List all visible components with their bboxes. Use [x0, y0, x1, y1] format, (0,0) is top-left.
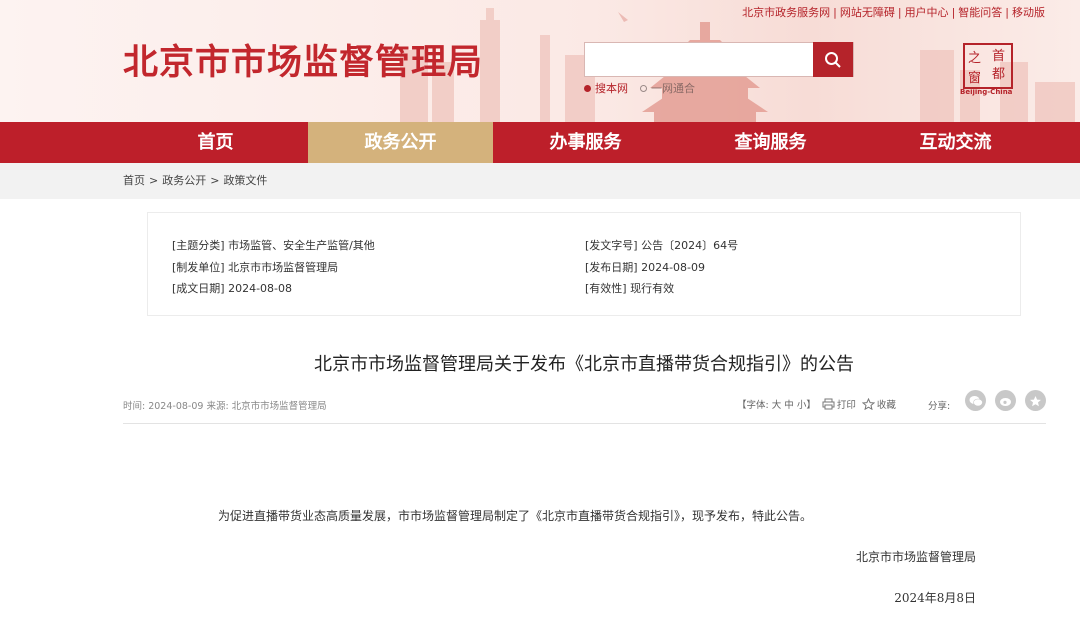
radio-on-icon	[584, 84, 591, 92]
print-button[interactable]: 打印	[822, 397, 856, 411]
scope-one-network[interactable]: 一网通合	[640, 80, 695, 96]
search-button[interactable]	[813, 42, 853, 77]
content-divider	[123, 423, 1046, 424]
font-size-control: 【字体: 大 中 小】	[737, 400, 816, 411]
link-mobile[interactable]: 移动版	[1012, 6, 1045, 19]
share-label: 分享:	[928, 401, 951, 412]
meta-validity: [有效性] 现行有效	[585, 282, 675, 295]
breadcrumb-policy-docs[interactable]: 政策文件	[223, 174, 267, 187]
meta-date-written: [成文日期] 2024-08-08	[172, 282, 293, 295]
article-info-row: 时间: 2024-08-09 来源: 北京市市场监督管理局 【字体: 大 中 小…	[123, 390, 1046, 416]
scope-this-site[interactable]: 搜本网	[584, 80, 628, 96]
share-weibo-button[interactable]	[995, 390, 1016, 411]
breadcrumb-gov-affairs[interactable]: 政务公开	[162, 174, 206, 187]
nav-home[interactable]: 首页	[123, 122, 308, 163]
search-box	[584, 42, 854, 77]
main-nav: 首页 政务公开 办事服务 查询服务 互动交流	[0, 122, 1080, 163]
article-tools: 【字体: 大 中 小】 打印 收藏	[737, 397, 896, 411]
star-icon	[1030, 395, 1041, 406]
font-large[interactable]: 大	[772, 400, 782, 411]
radio-off-icon	[640, 84, 647, 92]
article-title: 北京市市场监督管理局关于发布《北京市直播带货合规指引》的公告	[314, 354, 854, 375]
nav-interaction[interactable]: 互动交流	[863, 122, 1048, 163]
link-smart-qa[interactable]: 智能问答	[958, 6, 1002, 19]
meta-topic: [主题分类] 市场监管、安全生产监管/其他	[172, 239, 375, 252]
meta-doc-number: [发文字号] 公告〔2024〕64号	[585, 239, 739, 252]
site-header: 北京市市场监督管理局 北京市政务服务网 | 网站无障碍 | 用户中心 | 智能问答 | 移动版 …	[0, 0, 1080, 122]
svg-text:首: 首	[992, 49, 1005, 64]
article-body: 为促进直播带货业态高质量发展，市市场监督管理局制定了《北京市直播带货合规指引》，…	[218, 509, 813, 523]
meta-issuer: [制发单位] 北京市市场监督管理局	[172, 261, 339, 274]
link-gov-service[interactable]: 北京市政务服务网	[742, 6, 830, 19]
share-wechat-button[interactable]	[965, 390, 986, 411]
weibo-icon	[999, 397, 1011, 406]
nav-services[interactable]: 办事服务	[493, 122, 678, 163]
printer-icon	[822, 398, 835, 410]
article-signature: 北京市市场监督管理局	[855, 550, 976, 564]
meta-publish-date: [发布日期] 2024-08-09	[585, 261, 706, 274]
search-input[interactable]	[585, 43, 815, 76]
top-links: 北京市政务服务网 | 网站无障碍 | 用户中心 | 智能问答 | 移动版	[742, 6, 1045, 19]
search-icon	[825, 51, 841, 68]
nav-query[interactable]: 查询服务	[678, 122, 863, 163]
breadcrumb: 首页 > 政务公开 > 政策文件	[0, 163, 1080, 199]
logo-caption: Beijing-China	[960, 88, 1013, 96]
svg-text:窗: 窗	[968, 70, 981, 86]
link-accessibility[interactable]: 网站无障碍	[840, 6, 895, 19]
font-medium[interactable]: 中	[784, 400, 794, 411]
wechat-icon	[969, 395, 983, 406]
share-favorite-button[interactable]	[1025, 390, 1046, 411]
article-sign-date: 2024年8月8日	[894, 591, 976, 605]
nav-government-affairs[interactable]: 政务公开	[308, 122, 493, 163]
svg-text:之: 之	[968, 51, 981, 66]
favorite-button[interactable]: 收藏	[861, 397, 896, 411]
search-scope: 搜本网 一网通合	[584, 80, 695, 96]
font-small[interactable]: 小	[797, 400, 807, 411]
capital-window-logo[interactable]: 首 都 之 窗	[962, 42, 1014, 94]
breadcrumb-home[interactable]: 首页	[123, 174, 145, 187]
link-user-center[interactable]: 用户中心	[905, 6, 949, 19]
star-outline-icon	[861, 398, 875, 410]
svg-text:都: 都	[992, 67, 1005, 82]
site-title: 北京市市场监督管理局	[123, 43, 484, 83]
document-meta: [主题分类] 市场监管、安全生产监管/其他 [制发单位] 北京市市场监督管理局 …	[147, 212, 1021, 316]
article-info: 时间: 2024-08-09 来源: 北京市市场监督管理局	[123, 401, 327, 412]
